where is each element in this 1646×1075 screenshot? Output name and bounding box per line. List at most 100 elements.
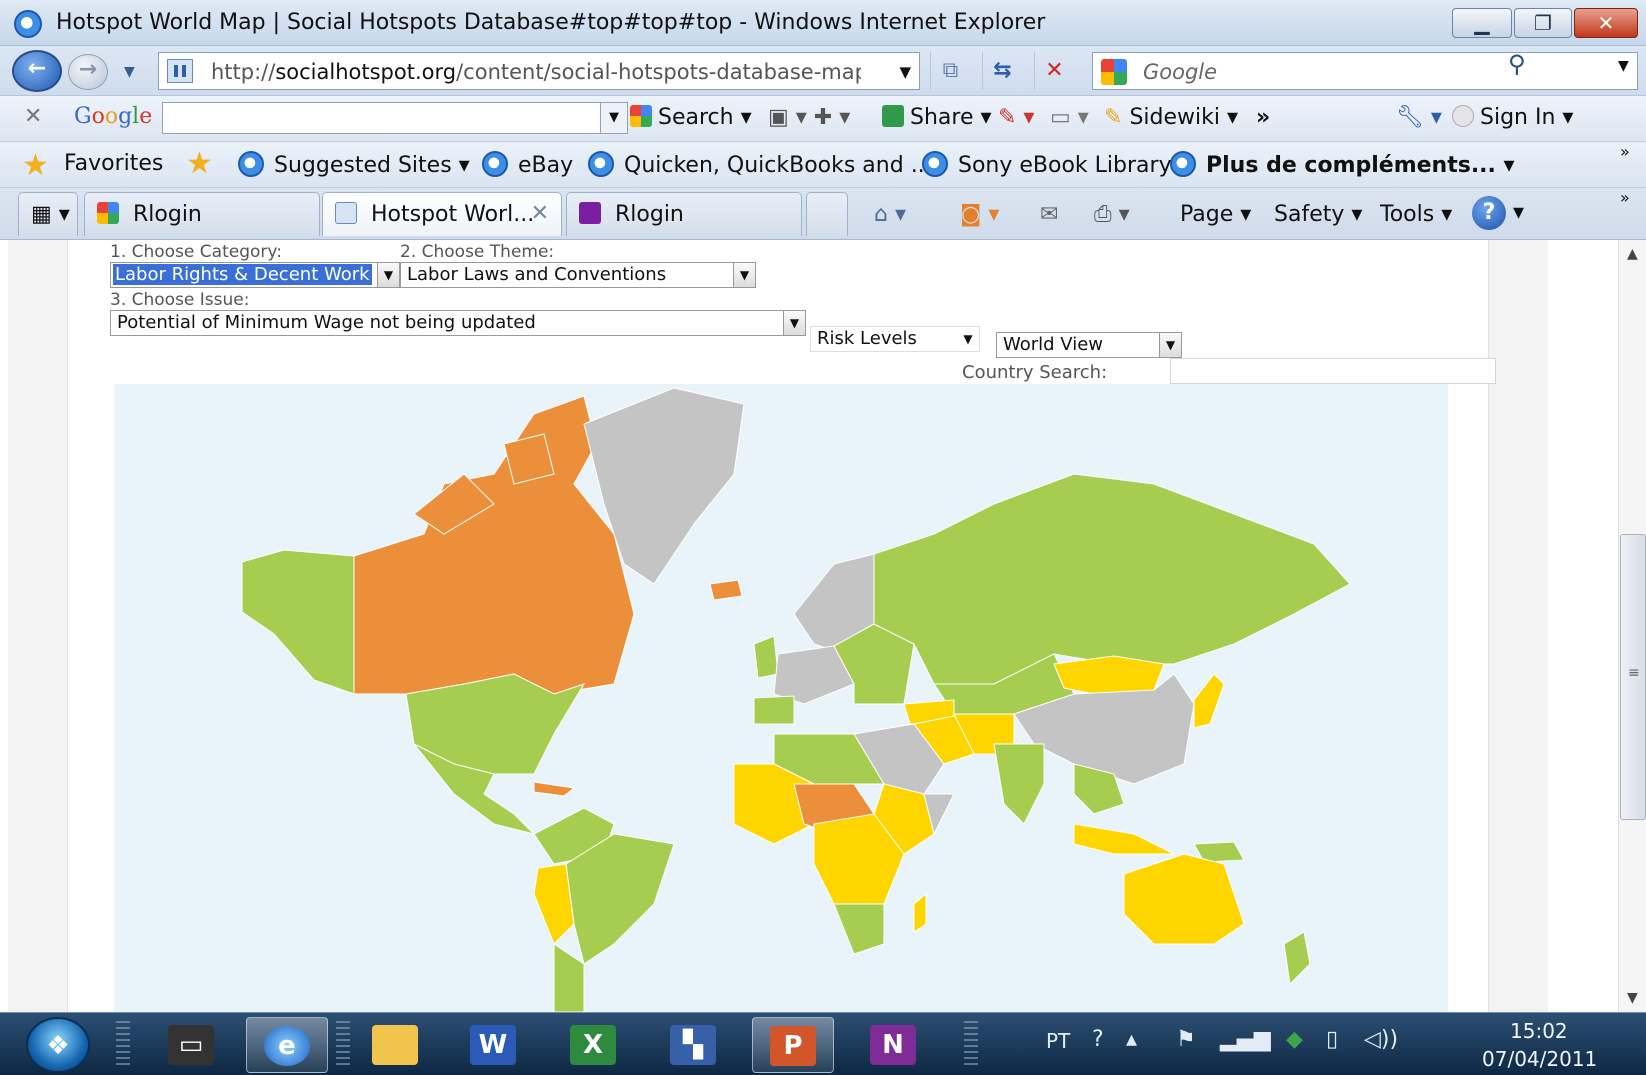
add-to-favorites-icon[interactable]: ★ <box>186 146 213 181</box>
safety-menu[interactable]: Safety ▾ <box>1274 202 1362 227</box>
forward-button[interactable]: → <box>68 54 108 90</box>
home-icon[interactable]: ⌂ ▾ <box>874 202 906 227</box>
close-toolbar-button[interactable]: ✕ <box>24 104 42 129</box>
new-tab-button[interactable] <box>806 192 848 236</box>
taskbar-file-explorer[interactable] <box>354 1017 436 1073</box>
fav-suggested-sites[interactable]: Suggested Sites ▾ <box>238 151 470 178</box>
taskbar-word[interactable]: W <box>452 1017 534 1073</box>
network-icon[interactable]: ⚑ <box>1176 1027 1196 1052</box>
help-icon[interactable]: ? <box>1092 1027 1104 1052</box>
read-mail-icon[interactable]: ✉ <box>1040 202 1058 227</box>
google-toolbar-input-dropdown[interactable]: ▼ <box>600 102 628 134</box>
start-button[interactable]: ❖ <box>26 1017 90 1073</box>
sidewiki-button[interactable]: ✎ Sidewiki ▾ <box>1104 105 1238 130</box>
region-iceland[interactable] <box>709 579 743 601</box>
tray-overflow-icon[interactable]: ▴ <box>1126 1027 1137 1052</box>
theme-select[interactable]: Labor Laws and Conventions ▼ <box>400 262 756 288</box>
more-tools-button[interactable]: » <box>1256 105 1270 130</box>
view-select[interactable]: World View ▼ <box>996 332 1182 358</box>
chevron-down-icon[interactable]: ▼ <box>1159 333 1181 357</box>
taskbar-internet-explorer[interactable]: e <box>246 1017 328 1073</box>
region-iberia[interactable] <box>753 695 795 725</box>
taskbar-laptop[interactable]: ▭ <box>150 1017 232 1073</box>
minimize-button[interactable]: ▁ <box>1452 8 1512 38</box>
stop-button[interactable]: ✕ <box>1034 52 1074 90</box>
feeds-icon[interactable]: ◙ ▾ <box>960 202 999 227</box>
page-menu[interactable]: Page ▾ <box>1180 202 1251 227</box>
cmdbar-overflow-icon[interactable]: » <box>1620 188 1630 207</box>
world-risk-map[interactable] <box>114 384 1448 1012</box>
google-toolbar-search-input[interactable] <box>162 102 626 134</box>
signal-icon[interactable]: ▂▄▆ <box>1220 1027 1271 1052</box>
fav-sony-ebook[interactable]: Sony eBook Library <box>922 151 1172 178</box>
close-tab-icon[interactable]: ✕ <box>531 201 549 226</box>
vertical-scrollbar[interactable]: ▲ ≡ ▼ <box>1618 240 1646 1012</box>
url-text[interactable]: http://socialhotspot.org/content/social-… <box>211 60 861 84</box>
volume-icon[interactable]: ◁)) <box>1364 1027 1398 1052</box>
taskbar-powerpoint[interactable]: P <box>752 1017 834 1073</box>
taskbar-excel[interactable]: X <box>552 1017 634 1073</box>
favbar-overflow-icon[interactable]: » <box>1620 142 1630 161</box>
search-field[interactable]: Google <box>1092 52 1638 90</box>
tab-hotspot-world-map[interactable]: Hotspot Worl... ✕ <box>322 192 562 236</box>
region-australia[interactable] <box>1123 853 1245 945</box>
region-brazil[interactable] <box>565 833 675 965</box>
scroll-down-icon[interactable]: ▼ <box>1627 990 1638 1006</box>
chevron-down-icon[interactable]: ▼ <box>377 263 399 287</box>
quick-tabs-button[interactable]: ▦ ▾ <box>18 192 78 236</box>
region-new-zealand[interactable] <box>1283 931 1311 986</box>
region-southern-africa[interactable] <box>833 903 885 955</box>
scroll-thumb[interactable]: ≡ <box>1620 534 1646 820</box>
tab-rlogin-1[interactable]: Rlogin <box>84 192 320 236</box>
issue-select[interactable]: Potential of Minimum Wage not being upda… <box>110 310 806 336</box>
clock-time[interactable]: 15:02 <box>1510 1019 1568 1043</box>
security-icon[interactable]: ◆ <box>1286 1027 1303 1052</box>
tools-menu[interactable]: Tools ▾ <box>1380 202 1452 227</box>
share-button[interactable]: Share ▾ <box>882 105 992 130</box>
region-japan[interactable] <box>1193 673 1225 729</box>
back-button[interactable]: ← <box>12 50 62 92</box>
category-select[interactable]: Labor Rights & Decent Work ▼ <box>110 262 400 288</box>
close-window-button[interactable]: ✕ <box>1574 8 1638 38</box>
region-russia[interactable] <box>873 473 1351 685</box>
toolbar-tools-icons[interactable]: ▣ ▾ ✚ ▾ <box>768 105 850 130</box>
region-caribbean[interactable] <box>533 781 576 797</box>
region-alaska[interactable] <box>241 549 355 695</box>
search-icon[interactable]: ⚲ <box>1508 50 1526 78</box>
fav-ebay[interactable]: eBay <box>482 151 573 178</box>
favorites-button[interactable]: Favorites <box>64 151 163 176</box>
country-search-input[interactable] <box>1170 358 1496 384</box>
taskbar-onenote[interactable]: N <box>852 1017 934 1073</box>
recent-pages-dropdown[interactable]: ▼ <box>124 64 135 80</box>
region-uk[interactable] <box>753 635 779 679</box>
chevron-down-icon[interactable]: ▼ <box>957 327 979 351</box>
sign-in-button[interactable]: Sign In ▾ <box>1452 105 1573 130</box>
search-options-dropdown[interactable]: ▼ <box>1618 58 1629 74</box>
print-icon[interactable]: ⎙ ▾ <box>1094 202 1130 227</box>
region-indonesia[interactable] <box>1073 823 1175 855</box>
region-argentina-chile[interactable] <box>553 943 585 1012</box>
chevron-down-icon[interactable]: ▼ <box>783 311 805 335</box>
bookmarks-icon[interactable]: ▭ ▾ <box>1050 105 1089 130</box>
refresh-button[interactable]: ⇆ <box>982 52 1022 90</box>
favorites-star-icon[interactable]: ★ <box>22 148 49 183</box>
tab-rlogin-2[interactable]: Rlogin <box>566 192 802 236</box>
compatibility-view-button[interactable]: ⧉ <box>930 52 970 90</box>
url-dropdown-icon[interactable]: ▼ <box>899 63 911 81</box>
fav-quicken[interactable]: Quicken, QuickBooks and ... <box>588 151 932 178</box>
chevron-down-icon[interactable]: ▼ <box>733 263 755 287</box>
wrench-icon[interactable]: 🔧︎ ▾ <box>1396 105 1442 130</box>
url-field[interactable]: http://socialhotspot.org/content/social-… <box>158 52 920 90</box>
taskbar-app[interactable]: ▚ <box>652 1017 734 1073</box>
risk-levels-select[interactable]: Risk Levels ▼ <box>810 326 980 352</box>
region-madagascar[interactable] <box>913 892 927 933</box>
scroll-up-icon[interactable]: ▲ <box>1627 246 1638 262</box>
google-search-button[interactable]: Search ▾ <box>630 105 752 130</box>
language-indicator[interactable]: PT <box>1046 1029 1070 1053</box>
help-menu[interactable]: ? ▾ <box>1472 196 1524 230</box>
translate-icon[interactable]: ✎ ▾ <box>998 105 1034 130</box>
fav-more-addons[interactable]: Plus de compléments... ▾ <box>1170 151 1515 178</box>
region-india[interactable] <box>993 743 1045 825</box>
clock-date[interactable]: 07/04/2011 <box>1482 1047 1597 1071</box>
restore-button[interactable]: ❐ <box>1514 8 1572 38</box>
